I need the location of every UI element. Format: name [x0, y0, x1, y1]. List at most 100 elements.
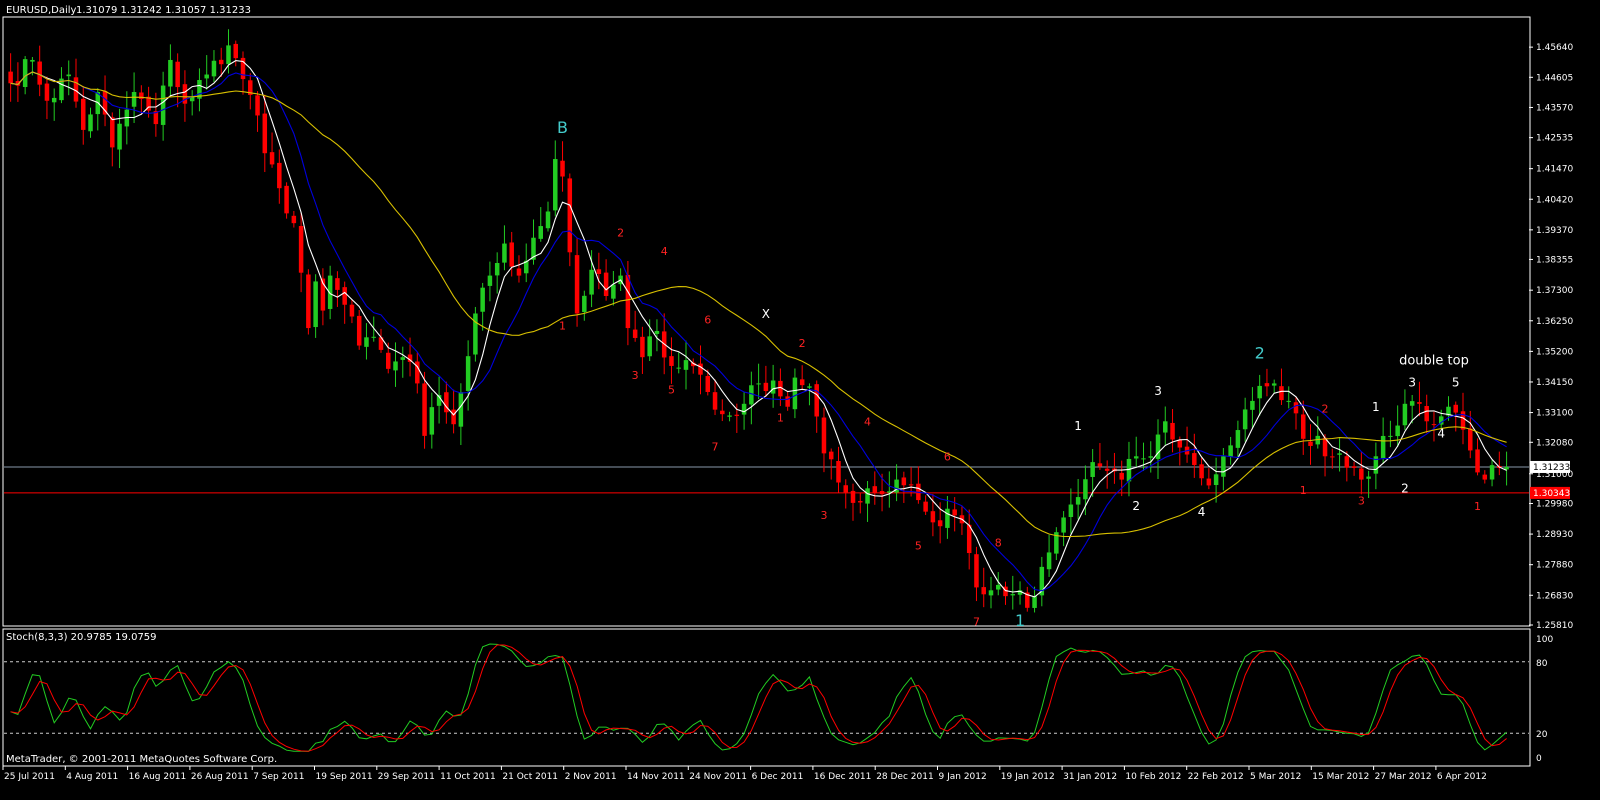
- date-tick-label: 10 Feb 2012: [1125, 772, 1181, 782]
- candle-body: [1097, 463, 1103, 467]
- candle-body: [640, 336, 645, 358]
- candle-body: [1402, 403, 1408, 426]
- candle-body: [277, 162, 282, 189]
- candle-body: [952, 509, 957, 516]
- date-tick-label: 31 Jan 2012: [1063, 772, 1117, 782]
- candle-body: [349, 304, 355, 317]
- candle-body: [720, 410, 725, 415]
- candle-body: [974, 554, 979, 588]
- candle-body: [1482, 474, 1488, 480]
- candle-body: [1475, 449, 1480, 473]
- date-axis: 25 Jul 2011 4 Aug 2011 16 Aug 2011 26 Aug 2…: [2, 766, 1487, 782]
- chart-symbol: EURUSD,Daily: [6, 5, 77, 16]
- wave-label: 5: [1452, 375, 1460, 389]
- candle-body: [1417, 402, 1422, 404]
- candle-body: [879, 491, 885, 495]
- candle-body: [1409, 401, 1415, 406]
- candle-body: [560, 160, 565, 177]
- wave-label: 5: [668, 384, 675, 397]
- wave-label: 8: [995, 537, 1002, 550]
- date-tick-label: 14 Nov 2011: [627, 772, 685, 782]
- date-tick-label: 27 Mar 2012: [1375, 772, 1432, 782]
- candle-body: [175, 61, 180, 88]
- wave-label: 6: [944, 451, 951, 464]
- candle-body: [1068, 504, 1074, 518]
- candle-body: [385, 352, 391, 369]
- candle-body: [1242, 409, 1248, 430]
- wave-label: 4: [1198, 505, 1206, 519]
- candle-body: [1163, 421, 1168, 433]
- date-tick-label: 22 Feb 2012: [1188, 772, 1244, 782]
- candle: [473, 306, 478, 362]
- candle-body: [284, 185, 289, 214]
- date-tick-label: 24 Nov 2011: [689, 772, 747, 782]
- date-tick-label: 19 Sep 2011: [316, 772, 373, 782]
- candle-body: [313, 281, 318, 328]
- stoch-panel[interactable]: [2, 628, 1531, 767]
- date-tick-label: 11 Oct 2011: [440, 772, 496, 782]
- date-tick-label: 6 Apr 2012: [1437, 772, 1487, 782]
- candle-body: [814, 384, 819, 417]
- candle-body: [226, 45, 231, 65]
- candle-body: [582, 295, 587, 313]
- candle-body: [1366, 476, 1371, 479]
- wave-label: 2: [1401, 482, 1409, 496]
- candle-body: [1126, 458, 1132, 482]
- candle-body: [632, 329, 638, 338]
- stoch-tick-label: 100: [1536, 635, 1553, 645]
- date-tick-label: 25 Jul 2011: [4, 772, 55, 782]
- candle-body: [494, 262, 500, 276]
- chart-canvas: EURUSD,Daily 1.31079 1.31242 1.31057 1.3…: [2, 5, 1573, 782]
- candle-body: [538, 226, 544, 239]
- candle-body: [1213, 474, 1219, 486]
- candle-body: [422, 383, 427, 436]
- candle-body: [1250, 400, 1255, 410]
- candle-body: [168, 59, 173, 87]
- candle-body: [22, 59, 28, 88]
- candle-body: [1453, 404, 1459, 413]
- candle-body: [335, 278, 340, 290]
- wave-label: 1: [1074, 419, 1082, 433]
- candle-body: [850, 490, 856, 503]
- price-tick-label: 1.44605: [1536, 73, 1573, 83]
- candle-body: [1119, 472, 1124, 480]
- wave-label: 7: [712, 440, 719, 453]
- candle-body: [393, 361, 398, 371]
- wave-label: 5: [915, 540, 922, 553]
- candle-body: [770, 380, 776, 394]
- wave-label: 1: [559, 320, 566, 333]
- candle-body: [233, 43, 239, 59]
- candle-body: [574, 255, 580, 314]
- price-tick-label: 1.40420: [1536, 195, 1573, 205]
- candle-body: [611, 284, 616, 299]
- candle-body: [1468, 428, 1473, 451]
- price-tick-label: 1.43570: [1536, 103, 1573, 113]
- candle-body: [1388, 435, 1393, 437]
- candle-body: [1141, 458, 1146, 460]
- wave-label: 2: [799, 337, 806, 350]
- wave-label: 4: [864, 416, 871, 429]
- price-panel[interactable]: [2, 16, 1531, 627]
- candle-body: [799, 379, 805, 386]
- candle: [567, 173, 573, 267]
- candle-body: [1395, 425, 1400, 437]
- wave-label: 7: [973, 615, 980, 628]
- price-tick-label: 1.37300: [1536, 286, 1573, 296]
- candle-body: [749, 385, 754, 405]
- date-tick-label: 6 Dec 2011: [752, 772, 804, 782]
- date-tick-label: 15 Mar 2012: [1312, 772, 1369, 782]
- wave-label: B: [557, 118, 568, 137]
- price-tick-label: 1.25810: [1536, 621, 1573, 631]
- candle-body: [995, 584, 1001, 590]
- stoch-header: Stoch(8,3,3) 20.9785 19.0759: [6, 632, 157, 643]
- candle-body: [669, 356, 674, 366]
- candle-body: [51, 97, 57, 103]
- wave-label: 2: [1322, 403, 1329, 416]
- candle-body: [509, 242, 514, 267]
- candle-body: [1170, 422, 1175, 440]
- candle-body: [356, 315, 362, 346]
- support-price-tag-label: 1.30343: [1533, 489, 1570, 499]
- candle-body: [705, 375, 711, 392]
- candle-body: [1264, 383, 1270, 387]
- date-tick-label: 29 Sep 2011: [378, 772, 435, 782]
